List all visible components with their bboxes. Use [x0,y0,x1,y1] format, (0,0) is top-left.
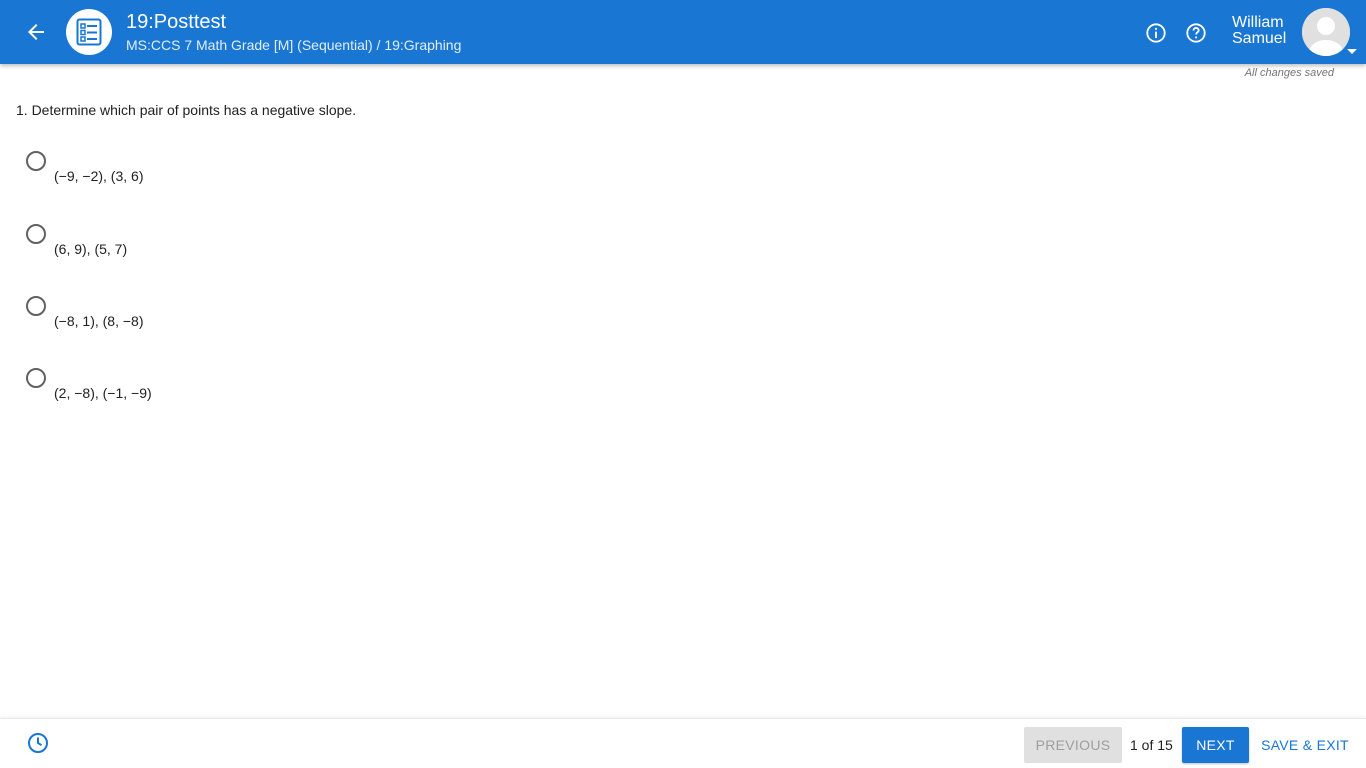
radio-button[interactable] [26,151,46,171]
back-button[interactable] [20,16,52,48]
breadcrumb: MS:CCS 7 Math Grade [M] (Sequential) / 1… [126,37,462,53]
answer-choice-label: (6, 9), (5, 7) [54,241,128,257]
info-button[interactable] [1144,21,1168,45]
radio-button[interactable] [26,224,46,244]
page-title: 19:Posttest [126,11,227,33]
answer-choice-2[interactable]: (6, 9), (5, 7) [24,224,424,274]
previous-button[interactable]: PREVIOUS [1024,727,1122,763]
avatar[interactable] [1302,8,1350,56]
timer-button[interactable] [26,731,50,755]
answer-choice-4[interactable]: (2, −8), (−1, −9) [24,368,424,418]
radio-button[interactable] [26,296,46,316]
assessment-app-icon [66,9,112,55]
save-and-exit-button[interactable]: SAVE & EXIT [1258,727,1352,763]
answer-choice-label: (2, −8), (−1, −9) [54,385,152,401]
user-avatar-icon [1302,8,1350,56]
help-icon [1186,23,1206,43]
footer-bar: PREVIOUS 1 of 15 NEXT SAVE & EXIT [0,718,1366,768]
arrow-left-icon [28,24,44,40]
answer-choice-label: (−9, −2), (3, 6) [54,168,144,184]
clock-icon [28,733,48,753]
page-counter: 1 of 15 [1130,737,1173,753]
user-name[interactable]: William Samuel [1232,15,1294,47]
answer-choice-3[interactable]: (−8, 1), (8, −8) [24,296,424,346]
save-status: All changes saved [1244,67,1334,79]
account-menu-caret-icon[interactable] [1347,49,1357,54]
next-button[interactable]: NEXT [1182,727,1249,763]
info-icon [1146,23,1166,43]
answer-choice-label: (−8, 1), (8, −8) [54,313,144,329]
question-text: 1. Determine which pair of points has a … [16,102,357,118]
checklist-icon [76,18,102,46]
help-button[interactable] [1184,21,1208,45]
app-header: 19:Posttest MS:CCS 7 Math Grade [M] (Seq… [0,0,1366,64]
answer-choice-1[interactable]: (−9, −2), (3, 6) [24,151,424,201]
user-first-name: William [1232,14,1284,31]
user-last-name: Samuel [1232,30,1287,47]
radio-button[interactable] [26,368,46,388]
